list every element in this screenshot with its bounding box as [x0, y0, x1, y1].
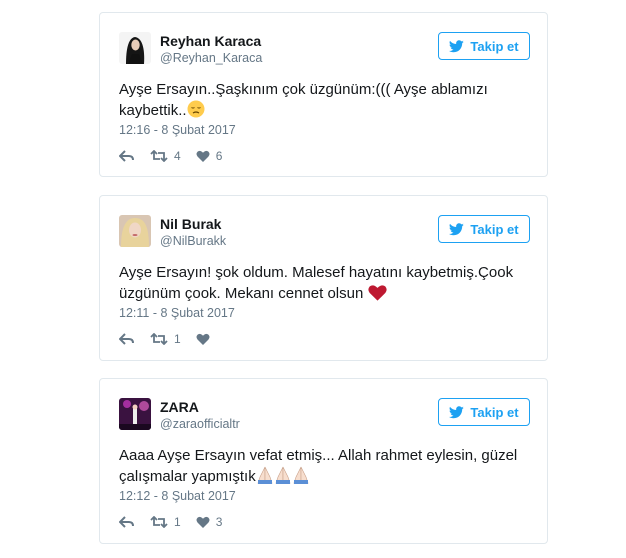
avatar[interactable] [119, 215, 151, 247]
tweet-text-line1: Aaaa Ayşe Ersayın vefat etmiş... Allah r… [119, 447, 518, 464]
tweet-text-line2: çalışmalar yapmıştık [119, 468, 256, 485]
reply-icon [119, 516, 134, 528]
twitter-bird-icon [449, 39, 465, 52]
follow-button[interactable]: Takip et [438, 32, 530, 60]
heart-icon [196, 516, 210, 528]
red-heart-icon [367, 284, 387, 307]
retweet-icon [150, 333, 168, 345]
tweet-timestamp[interactable]: 12:12 - 8 Şubat 2017 [119, 489, 236, 503]
tweet-text-line1: Ayşe Ersayın..Şaşkınım çok üzgünüm:((( A… [119, 81, 488, 98]
tweet-text: Ayşe Ersayın..Şaşkınım çok üzgünüm:((( A… [119, 79, 519, 124]
tweet-actions: 1 [119, 332, 225, 346]
follow-label: Takip et [470, 38, 519, 54]
tweet-timestamp[interactable]: 12:16 - 8 Şubat 2017 [119, 123, 236, 137]
follow-button[interactable]: Takip et [438, 215, 530, 243]
like-button[interactable] [196, 333, 210, 345]
user-handle[interactable]: @zaraofficialtr [160, 417, 240, 431]
retweet-button[interactable]: 4 [150, 149, 181, 163]
user-name[interactable]: Nil Burak [160, 216, 221, 232]
reply-button[interactable] [119, 333, 135, 345]
follow-button[interactable]: Takip et [438, 398, 530, 426]
retweet-count: 1 [174, 515, 181, 529]
tweet-actions: 4 6 [119, 149, 237, 163]
tweet-timestamp[interactable]: 12:11 - 8 Şubat 2017 [119, 306, 235, 320]
avatar[interactable] [119, 32, 151, 64]
retweet-icon [150, 516, 168, 528]
tweet-text-line1: Ayşe Ersayın! şok oldum. Malesef hayatın… [119, 264, 514, 281]
tweet-card: ZARA @zaraofficialtr Takip et Aaaa Ayşe … [99, 378, 548, 544]
retweet-count: 4 [174, 149, 181, 163]
user-name[interactable]: ZARA [160, 399, 199, 415]
disappointed-face-icon [187, 100, 205, 124]
retweet-button[interactable]: 1 [150, 332, 181, 346]
reply-icon [119, 150, 134, 162]
like-count: 3 [215, 515, 223, 529]
retweet-count: 1 [174, 332, 181, 346]
tweet-card: Nil Burak @NilBurakk Takip et Ayşe Ersay… [99, 195, 548, 361]
tweet-text-line2: üzgünüm çook. Mekanı cennet olsun [119, 285, 364, 302]
tweet-card: Reyhan Karaca @Reyhan_Karaca Takip et Ay… [99, 12, 548, 177]
heart-icon [196, 333, 210, 345]
twitter-bird-icon [449, 222, 465, 235]
avatar[interactable] [119, 398, 151, 430]
like-button[interactable]: 6 [196, 149, 223, 163]
tweet-text: Aaaa Ayşe Ersayın vefat etmiş... Allah r… [119, 445, 519, 490]
reply-icon [119, 333, 134, 345]
folded-hands-icon [256, 466, 310, 490]
retweet-button[interactable]: 1 [150, 515, 181, 529]
reply-button[interactable] [119, 150, 135, 162]
like-count: 6 [215, 149, 223, 163]
reply-button[interactable] [119, 516, 135, 528]
heart-icon [196, 150, 210, 162]
twitter-bird-icon [449, 405, 465, 418]
user-name[interactable]: Reyhan Karaca [160, 33, 261, 49]
like-button[interactable]: 3 [196, 515, 223, 529]
follow-label: Takip et [470, 221, 519, 237]
tweet-actions: 1 3 [119, 515, 237, 529]
retweet-icon [150, 150, 168, 162]
tweet-text-line2: kaybettik.. [119, 102, 187, 119]
user-handle[interactable]: @Reyhan_Karaca [160, 51, 262, 65]
user-handle[interactable]: @NilBurakk [160, 234, 226, 248]
follow-label: Takip et [470, 404, 519, 420]
tweet-text: Ayşe Ersayın! şok oldum. Malesef hayatın… [119, 262, 519, 307]
